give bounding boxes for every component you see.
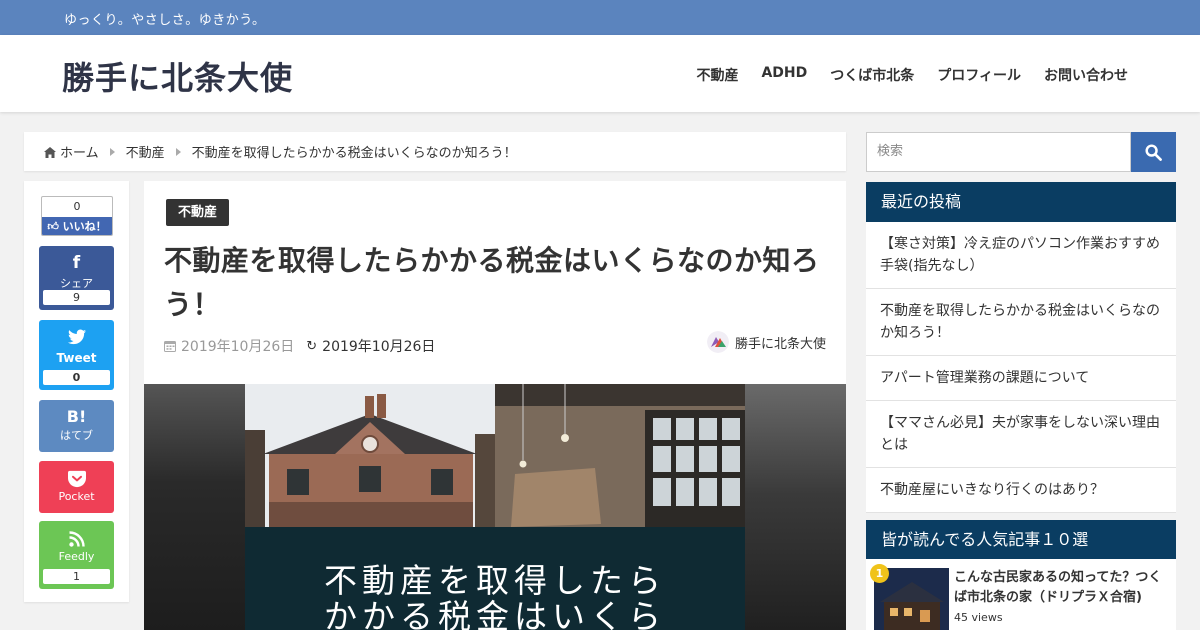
refresh-icon: ↻ — [306, 338, 318, 354]
recent-post-link[interactable]: 不動産屋にいきなり行くのはあり？ — [866, 468, 1176, 513]
post-dates: 2019年10月26日 ↻ 2019年10月26日 — [164, 336, 435, 356]
feedly-button[interactable]: Feedly 1 — [39, 521, 114, 589]
facebook-share-button[interactable]: f シェア 9 — [39, 246, 114, 310]
popular-post-title: こんな古民家あるの知ってた？つくば市北条の家（ドリプラＸ合宿) — [954, 570, 1162, 605]
search-form: 検索 — [866, 132, 1176, 172]
twitter-tweet-label: Tweet — [56, 351, 97, 365]
breadcrumb-separator-icon — [109, 147, 115, 156]
rss-icon — [68, 531, 85, 547]
like-count: 0 — [73, 200, 81, 213]
pocket-button[interactable]: Pocket — [39, 461, 114, 513]
breadcrumb-category[interactable]: 不動産 — [126, 142, 165, 161]
updated-date: 2019年10月26日 — [322, 339, 436, 355]
twitter-bird-icon — [67, 329, 86, 345]
hatena-bookmark-icon: B! — [66, 407, 87, 426]
twitter-share-button[interactable]: Tweet 0 — [39, 320, 114, 390]
hatena-bookmark-button[interactable]: B! はてブ — [39, 400, 114, 452]
pocket-icon — [67, 470, 86, 488]
nav-item-profile[interactable]: プロフィール — [937, 65, 1021, 85]
recent-posts-heading: 最近の投稿 — [866, 182, 1176, 222]
site-tagline: ゆっくり。やさしさ。ゆきかう。 — [64, 13, 266, 28]
nav-item-tsukuba-hojo[interactable]: つくば市北条 — [830, 65, 914, 85]
site-title[interactable]: 勝手に北条大使 — [62, 53, 293, 99]
published-date: 2019年10月26日 — [181, 339, 295, 355]
popular-post-views: 45 views — [954, 611, 1003, 624]
recent-post-link[interactable]: 【ママさん必見】夫が家事をしない深い理由とは — [866, 401, 1176, 468]
thumbs-up-icon: 👍︎ — [47, 220, 59, 233]
eyecatch-text-panel: 不動産を取得したら かかる税金はいくら — [245, 527, 745, 630]
like-label: いいね！ — [62, 220, 107, 233]
top-bar: ゆっくり。やさしさ。ゆきかう。 — [0, 0, 1200, 35]
pocket-label: Pocket — [58, 490, 95, 503]
breadcrumb-separator-icon — [175, 147, 181, 156]
hatena-bookmark-label: はてブ — [60, 429, 93, 442]
recent-post-link[interactable]: 不動産を取得したらかかる税金はいくらなのか知ろう！ — [866, 289, 1176, 356]
breadcrumb: ホーム 不動産 不動産を取得したらかかる税金はいくらなのか知ろう！ — [24, 132, 846, 171]
facebook-share-label: シェア — [60, 277, 93, 290]
recent-post-link[interactable]: 【寒さ対策】冷え症のパソコン作業おすすめ手袋(指先なし） — [866, 222, 1176, 289]
recent-posts-list: 【寒さ対策】冷え症のパソコン作業おすすめ手袋(指先なし） 不動産を取得したらかか… — [866, 222, 1176, 513]
article-title: 不動産を取得したらかかる税金はいくらなのか知ろう！ — [164, 244, 820, 321]
facebook-like-button[interactable]: 0 👍︎ いいね！ — [41, 196, 113, 236]
nav-item-contact[interactable]: お問い合わせ — [1044, 65, 1128, 85]
search-input[interactable]: 検索 — [866, 132, 1131, 172]
room-photo — [495, 384, 745, 527]
calendar-icon — [164, 341, 176, 352]
twitter-tweet-count: 0 — [43, 370, 110, 385]
eyecatch-text-line-2: かかる税金はいくら — [324, 597, 666, 630]
eyecatch-blur-right — [745, 384, 846, 630]
eyecatch-text-line-1: 不動産を取得したら — [324, 561, 666, 600]
search-icon — [1145, 143, 1162, 161]
facebook-icon: f — [72, 253, 81, 273]
share-buttons: 0 👍︎ いいね！ f シェア 9 Tweet 0 B! はてブ Pocket — [24, 181, 129, 602]
popular-post-item[interactable]: 1 こんな古民家あるの知ってた？つくば市北条の家（ドリプラＸ合宿) 45 vie… — [866, 559, 1176, 630]
author-name: 勝手に北条大使 — [734, 336, 826, 352]
eyecatch-image: 不動産を取得したら かかる税金はいくら — [144, 384, 846, 630]
house-photo — [245, 384, 495, 527]
nav-item-adhd[interactable]: ADHD — [761, 65, 807, 85]
author-avatar — [706, 331, 729, 353]
site-header: 勝手に北条大使 不動産 ADHD つくば市北条 プロフィール お問い合わせ — [0, 35, 1200, 112]
category-badge[interactable]: 不動産 — [166, 199, 230, 226]
facebook-share-count: 9 — [43, 290, 110, 305]
search-button[interactable] — [1131, 132, 1176, 172]
author[interactable]: 勝手に北条大使 — [706, 331, 826, 353]
article-card: 不動産 不動産を取得したらかかる税金はいくらなのか知ろう！ 2019年10月26… — [144, 181, 846, 630]
eyecatch-blur-left — [144, 384, 245, 630]
global-nav: 不動産 ADHD つくば市北条 プロフィール お問い合わせ — [696, 65, 1128, 85]
feedly-label: Feedly — [58, 550, 95, 563]
recent-post-link[interactable]: アパート管理業務の課題について — [866, 356, 1176, 401]
breadcrumb-current: 不動産を取得したらかかる税金はいくらなのか知ろう！ — [191, 146, 517, 161]
popular-posts-heading: 皆が読んでる人気記事１０選 — [866, 520, 1176, 560]
breadcrumb-home[interactable]: ホーム — [60, 142, 99, 161]
nav-item-real-estate[interactable]: 不動産 — [696, 65, 738, 85]
home-icon — [44, 147, 56, 158]
feedly-count: 1 — [43, 569, 110, 584]
rank-badge: 1 — [870, 564, 889, 583]
